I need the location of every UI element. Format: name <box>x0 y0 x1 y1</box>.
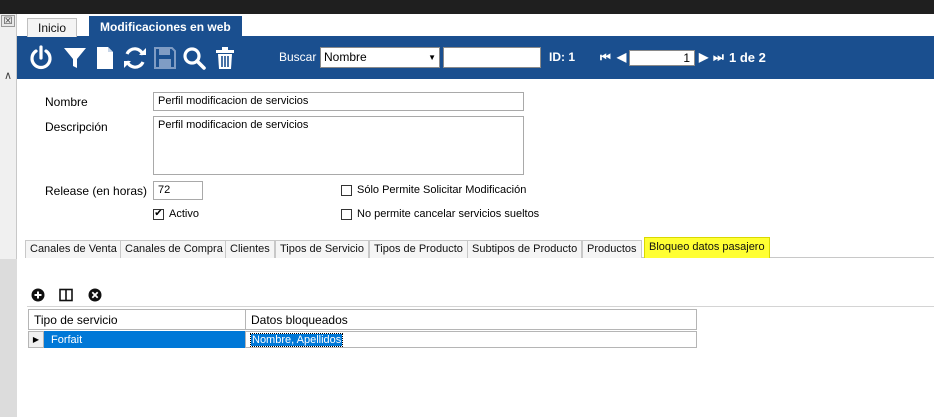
tab-modificaciones-en-web[interactable]: Modificaciones en web <box>89 16 242 37</box>
unchecked-box <box>341 184 352 196</box>
previous-record-icon[interactable]: ◀ <box>617 50 626 64</box>
tab-tipos-de-producto[interactable]: Tipos de Producto <box>369 240 468 258</box>
solo-permite-checkbox[interactable]: Sólo Permite Solicitar Modificación <box>341 184 526 196</box>
refresh-icon[interactable] <box>121 44 149 72</box>
unchecked-box <box>341 208 352 220</box>
main-toolbar: Buscar Nombre ▼ ID: 1 ⏮ ◀ 1 ▶ ⏭ 1 de 2 <box>17 37 934 79</box>
tab-canales-de-venta[interactable]: Canales de Venta <box>25 240 122 258</box>
no-permite-cancelar-label: No permite cancelar servicios sueltos <box>357 208 540 220</box>
next-record-icon[interactable]: ▶ <box>699 50 708 64</box>
tab-bloqueo-datos-pasajero[interactable]: Bloqueo datos pasajero <box>644 237 770 258</box>
release-label: Release (en horas) <box>45 184 148 198</box>
document-tab-bar: Inicio Modificaciones en web <box>17 14 934 37</box>
page-count: 1 de 2 <box>729 50 766 65</box>
tab-inicio[interactable]: Inicio <box>27 18 78 37</box>
page-number-input[interactable]: 1 <box>629 50 695 66</box>
tab-tipos-de-servicio[interactable]: Tipos de Servicio <box>275 240 369 258</box>
power-icon[interactable] <box>27 44 55 72</box>
dropdown-arrow-icon: ▼ <box>428 53 436 62</box>
side-panel-strip: ☒ ∧ <box>0 14 17 417</box>
release-field[interactable]: 72 <box>153 181 203 200</box>
tab-subtipos-de-producto[interactable]: Subtipos de Producto <box>467 240 583 258</box>
last-record-icon[interactable]: ⏭ <box>713 50 724 65</box>
buscar-label: Buscar <box>279 50 317 64</box>
window-titlebar <box>0 0 934 14</box>
detail-tab-bar: Canales de Venta Canales de Compra Clien… <box>25 237 934 258</box>
activo-checkbox[interactable]: ✔ Activo <box>153 208 199 220</box>
side-scroll-area <box>0 259 17 417</box>
data-grid: Tipo de servicio Datos bloqueados ▶ Forf… <box>28 309 697 417</box>
new-document-icon[interactable] <box>91 44 119 72</box>
cell-datos-bloqueados[interactable]: Nombre, Apellidos <box>245 331 697 348</box>
filter-icon[interactable] <box>61 44 89 72</box>
checkmark-icon: ✔ <box>153 208 164 220</box>
nombre-label: Nombre <box>45 95 88 109</box>
search-icon[interactable] <box>180 44 208 72</box>
tab-productos[interactable]: Productos <box>582 240 642 258</box>
activo-label: Activo <box>169 208 199 220</box>
save-icon[interactable] <box>151 44 179 72</box>
columns-icon[interactable] <box>59 288 73 302</box>
add-row-icon[interactable] <box>31 288 45 302</box>
row-selector-arrow-icon[interactable]: ▶ <box>28 331 44 348</box>
remove-row-icon[interactable] <box>88 288 102 302</box>
cell-tipo-servicio[interactable]: Forfait <box>44 331 246 348</box>
no-permite-cancelar-checkbox[interactable]: No permite cancelar servicios sueltos <box>341 208 539 220</box>
cell-datos-bloqueados-text: Nombre, Apellidos <box>249 333 344 347</box>
column-header-tipo-servicio[interactable]: Tipo de servicio <box>28 309 246 330</box>
grid-toolbar <box>27 283 934 307</box>
tab-clientes[interactable]: Clientes <box>225 240 275 258</box>
nombre-field[interactable]: Perfil modificacion de servicios <box>153 92 524 111</box>
record-id: ID: 1 <box>549 50 576 64</box>
close-icon[interactable]: ☒ <box>1 15 15 27</box>
column-header-datos-bloqueados[interactable]: Datos bloqueados <box>245 309 697 330</box>
descripcion-field[interactable]: Perfil modificacion de servicios <box>153 116 524 175</box>
chevron-up-icon[interactable]: ∧ <box>1 69 15 83</box>
buscar-field-select[interactable]: Nombre ▼ <box>320 47 440 68</box>
search-input[interactable] <box>443 47 541 68</box>
delete-icon[interactable] <box>211 44 239 72</box>
tab-canales-de-compra[interactable]: Canales de Compra <box>120 240 228 258</box>
solo-permite-label: Sólo Permite Solicitar Modificación <box>357 184 527 196</box>
buscar-selected-option: Nombre <box>324 50 367 64</box>
first-record-icon[interactable]: ⏮ <box>600 50 611 65</box>
descripcion-label: Descripción <box>45 120 108 134</box>
